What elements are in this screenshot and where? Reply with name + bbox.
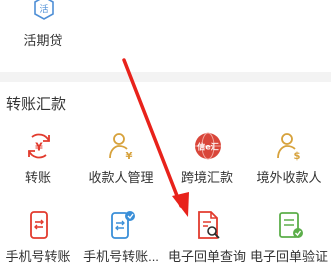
hexagon-badge-char: 活 [39, 3, 48, 15]
menu-item-label: 电子回单查询 [167, 249, 246, 264]
phone-transfer-record-icon [111, 211, 135, 239]
menu-item-overseas-payee[interactable]: $ 境外收款人 [248, 131, 330, 201]
menu-item-transfer[interactable]: ¥ 转账 [0, 131, 79, 201]
menu-item-label: 手机号转账... [83, 249, 159, 264]
menu-item-payee-management[interactable]: ¥ 收款人管理 [80, 131, 162, 201]
menu-item-label: 收款人管理 [88, 170, 154, 185]
svg-text:$: $ [294, 151, 301, 161]
menu-item-cross-border-remit[interactable]: 信e汇 跨境汇款 [166, 131, 248, 201]
overseas-payee-icon: $ [277, 133, 301, 161]
menu-item-label: 活期贷 [23, 33, 63, 48]
receipt-verify-icon [279, 212, 303, 238]
receipt-search-icon [198, 211, 220, 239]
menu-item-phone-transfer-records[interactable]: 手机号转账... [80, 210, 162, 268]
hexagon-badge-icon: 活 [34, 0, 54, 20]
menu-item-label: 手机号转账 [5, 249, 71, 264]
menu-item-phone-transfer[interactable]: 手机号转账 [0, 210, 79, 268]
menu-item-label: 境外收款人 [256, 170, 322, 185]
menu-item-huoqidai[interactable]: 活 活期贷 [8, 0, 78, 52]
menu-item-label: 电子回单验证 [249, 249, 328, 264]
section-divider [0, 72, 331, 82]
svg-text:¥: ¥ [126, 151, 133, 161]
transfer-menu-page: 活 活期贷 转账汇款 ¥ 转账 ¥ 收款人管理 信e汇 跨境汇款 $ 境外收款人… [0, 0, 331, 268]
menu-item-receipt-verify[interactable]: 电子回单验证 [248, 210, 330, 268]
payee-person-icon: ¥ [109, 133, 133, 161]
menu-item-label: 转账 [24, 170, 51, 185]
globe-badge-text: 信e汇 [197, 142, 218, 152]
globe-remit-icon: 信e汇 [195, 132, 221, 160]
phone-transfer-icon [30, 211, 48, 239]
menu-item-label: 跨境汇款 [180, 170, 233, 185]
menu-item-receipt-query[interactable]: 电子回单查询 [166, 210, 248, 268]
svg-text:¥: ¥ [35, 141, 43, 154]
section-title: 转账汇款 [6, 96, 67, 113]
yen-transfer-icon: ¥ [28, 133, 50, 159]
